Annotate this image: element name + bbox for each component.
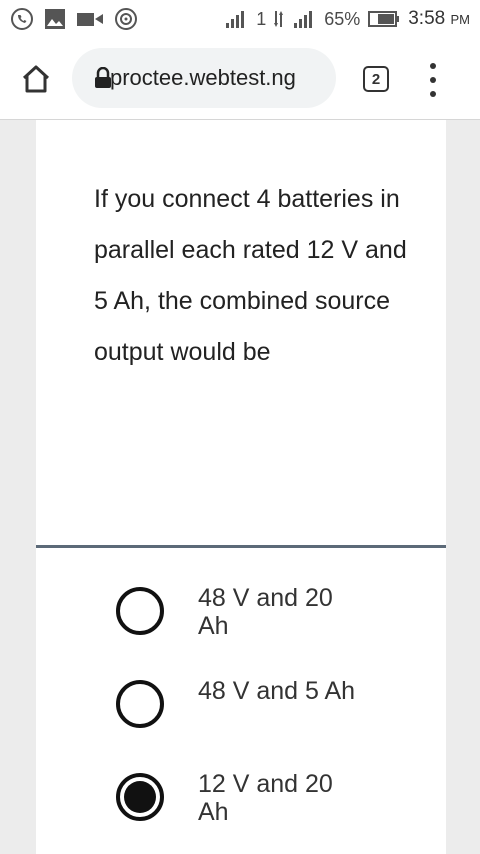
- video-icon: [76, 9, 104, 29]
- page-content: If you connect 4 batteries in parallel e…: [0, 120, 480, 854]
- option-label: 12 V and 20 Ah: [198, 770, 333, 826]
- gallery-icon: [44, 8, 66, 30]
- menu-dot: [430, 77, 436, 83]
- address-bar[interactable]: proctee.webtest.ng: [72, 48, 336, 108]
- option-2[interactable]: 48 V and 5 Ah: [116, 677, 358, 728]
- question-card: If you connect 4 batteries in parallel e…: [36, 120, 446, 854]
- option-label: 48 V and 5 Ah: [198, 677, 356, 705]
- clock-time: 3:58: [408, 8, 446, 29]
- data-arrows-icon: [274, 9, 284, 29]
- status-bar: 1 65% 3:58 PM: [0, 0, 480, 38]
- divider: [36, 545, 446, 548]
- option-3[interactable]: 12 V and 20 Ah: [116, 770, 358, 826]
- menu-dot: [430, 63, 436, 69]
- battery-percent: 65%: [324, 8, 361, 29]
- browser-toolbar: proctee.webtest.ng 2: [0, 38, 480, 120]
- system-indicators: 1 65% 3:58 PM: [224, 0, 470, 38]
- menu-dot: [430, 91, 436, 97]
- home-button[interactable]: [20, 63, 52, 95]
- signal-icon-2: [292, 9, 316, 29]
- radio-button[interactable]: [116, 587, 164, 635]
- more-menu-button[interactable]: [426, 63, 440, 97]
- whatsapp-icon: [10, 7, 34, 31]
- home-icon: [22, 65, 50, 93]
- option-1[interactable]: 48 V and 20 Ah: [116, 584, 358, 640]
- option-label: 48 V and 20 Ah: [198, 584, 333, 640]
- url-text: proctee.webtest.ng: [110, 65, 296, 90]
- notification-icons: [0, 7, 138, 31]
- question-text: If you connect 4 batteries in parallel e…: [94, 185, 407, 366]
- radio-button-selected[interactable]: [116, 773, 164, 821]
- radio-dot: [124, 781, 156, 813]
- radio-button[interactable]: [116, 680, 164, 728]
- signal-icon: [224, 9, 248, 29]
- network-indicator: 1: [256, 8, 267, 29]
- clock-suffix: PM: [450, 12, 471, 27]
- clock: 3:58 PM: [408, 8, 470, 30]
- battery-icon: [368, 10, 400, 28]
- hotspot-icon: [114, 7, 138, 31]
- tab-switcher-button[interactable]: 2: [363, 66, 389, 92]
